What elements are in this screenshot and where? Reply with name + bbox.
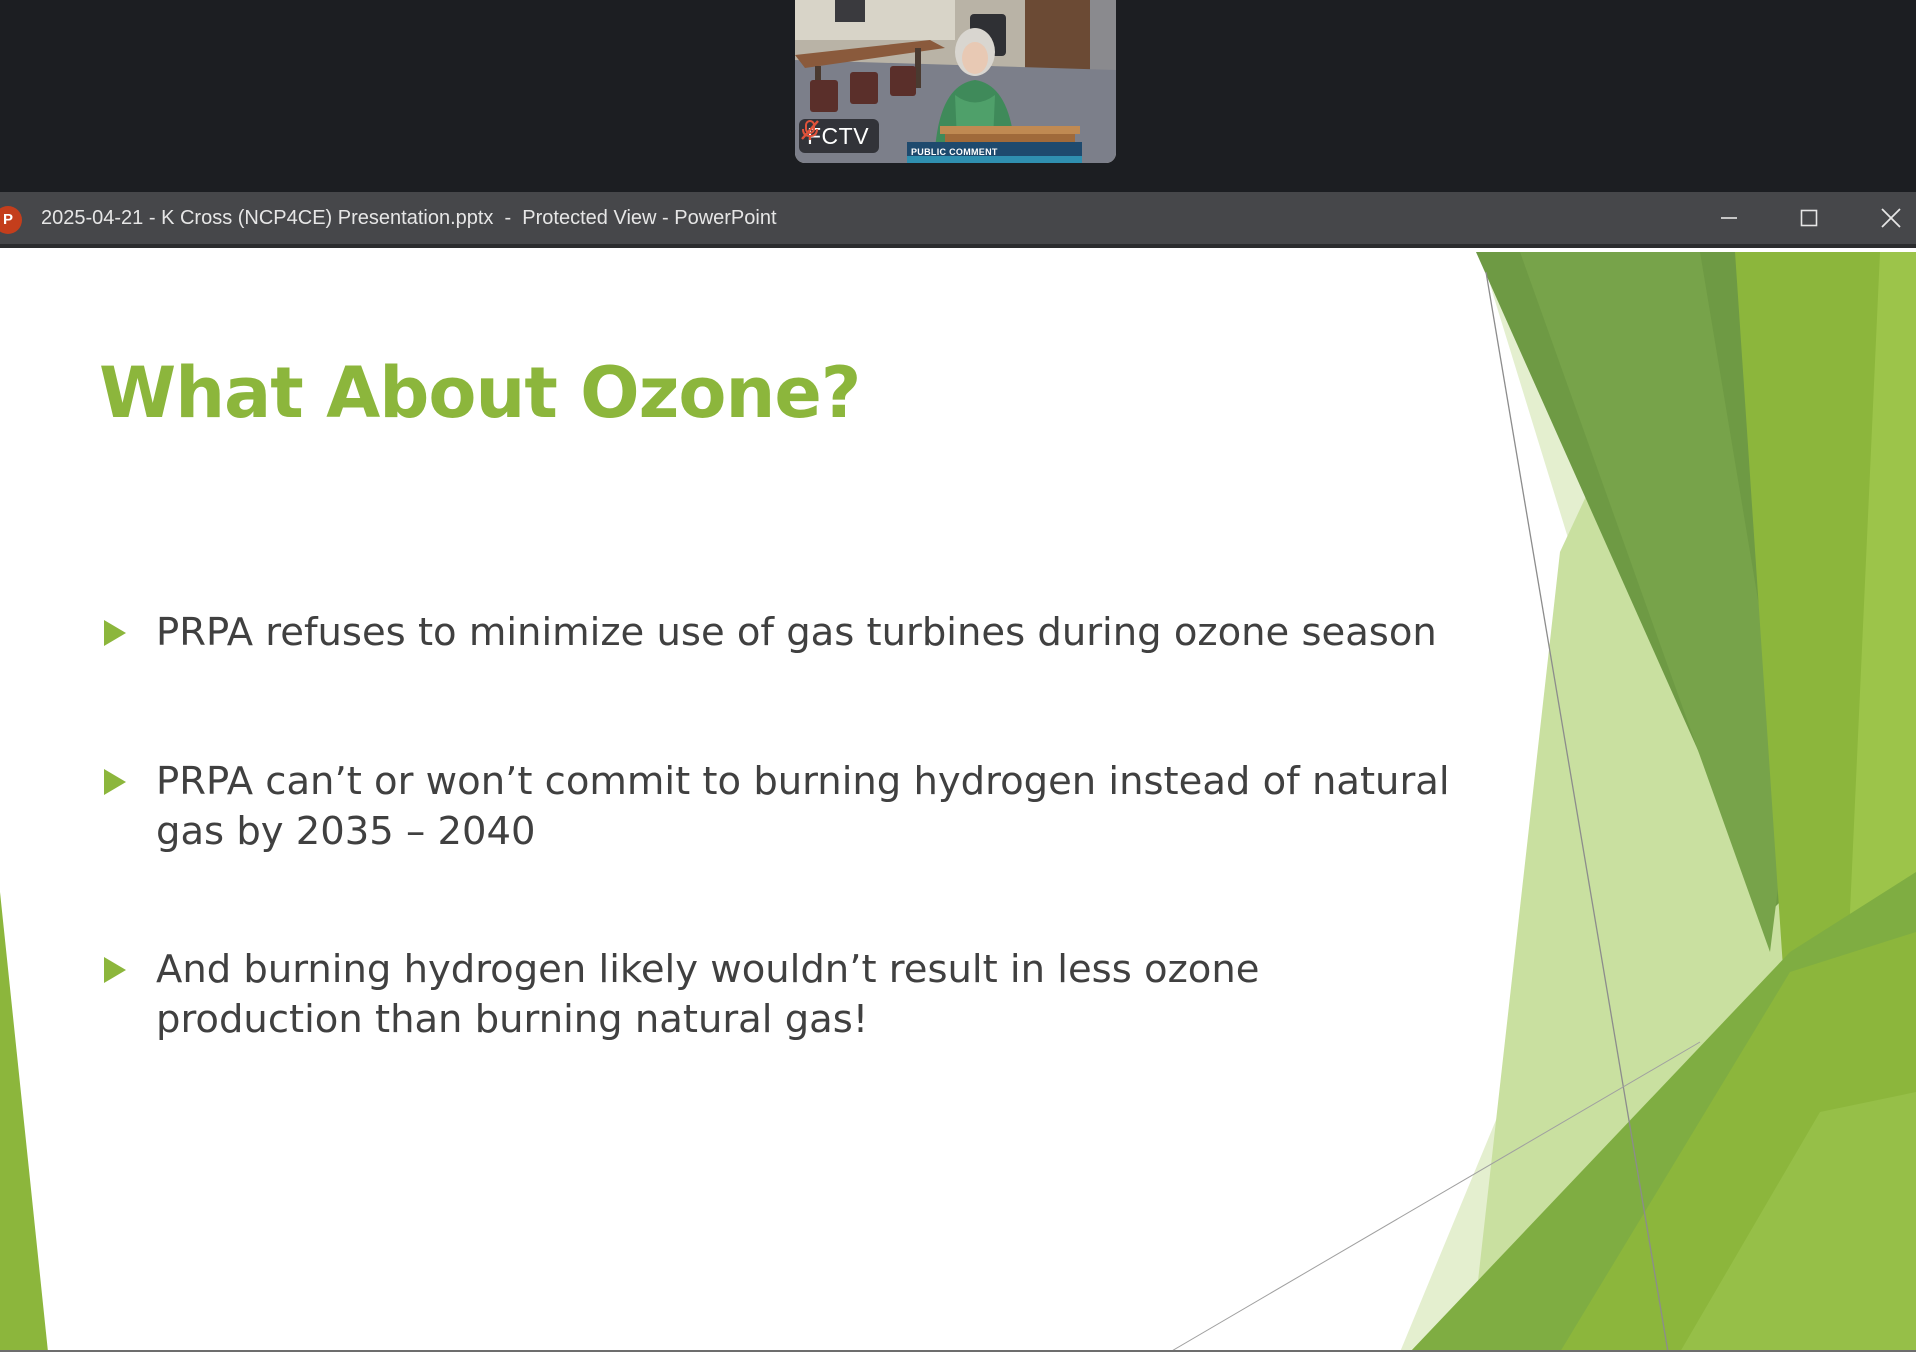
bullet-text: PRPA can’t or won’t commit to burning hy…	[156, 759, 1450, 854]
screen: FCTV PUBLIC COMMENT P 2025-04-21 - K Cro…	[0, 0, 1916, 1354]
powerpoint-window: P 2025-04-21 - K Cross (NCP4CE) Presenta…	[0, 192, 1916, 1354]
slide-bottom-border	[0, 1350, 1916, 1352]
bullet-text: PRPA refuses to minimize use of gas turb…	[156, 610, 1437, 655]
mic-muted-icon[interactable]	[799, 119, 821, 141]
minimize-button[interactable]	[1694, 192, 1764, 244]
window-title: 2025-04-21 - K Cross (NCP4CE) Presentati…	[41, 207, 777, 229]
participant-label: FCTV	[799, 119, 880, 153]
minimize-icon	[1721, 217, 1737, 219]
bullet-arrow-icon	[104, 957, 126, 983]
video-tile[interactable]: FCTV PUBLIC COMMENT	[795, 0, 1116, 163]
maximize-icon	[1800, 209, 1818, 227]
bullet-text: And burning hydrogen likely wouldn’t res…	[156, 947, 1260, 1042]
slide-title[interactable]: What About Ozone?	[99, 352, 861, 434]
bullet-arrow-icon	[104, 620, 126, 646]
maximize-button[interactable]	[1774, 192, 1844, 244]
slide: What About Ozone? PRPA refuses to minimi…	[0, 252, 1916, 1352]
close-button[interactable]	[1856, 192, 1916, 244]
powerpoint-app-icon[interactable]: P	[0, 206, 22, 234]
bullet-arrow-icon	[104, 769, 126, 795]
close-icon	[1881, 208, 1901, 228]
lower-third-caption: PUBLIC COMMENT	[911, 147, 998, 157]
meeting-strip: FCTV PUBLIC COMMENT	[0, 0, 1916, 192]
window-titlebar[interactable]: P 2025-04-21 - K Cross (NCP4CE) Presenta…	[0, 192, 1916, 248]
